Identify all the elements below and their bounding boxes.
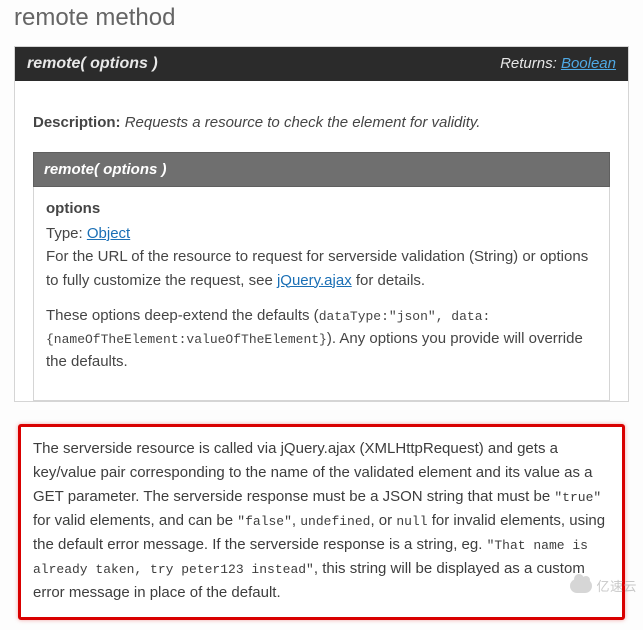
option-name: options <box>46 197 597 220</box>
api-panel-body: Description: Requests a resource to chec… <box>15 81 628 401</box>
option-type-label: Type: <box>46 225 83 242</box>
options-panel-body: options Type: Object For the URL of the … <box>33 187 610 401</box>
option-paragraph-2: These options deep-extend the defaults (… <box>46 304 597 374</box>
page-title: remote method <box>14 4 629 32</box>
options-panel: remote( options ) options Type: Object F… <box>33 152 610 401</box>
options-panel-header: remote( options ) <box>33 152 610 187</box>
method-signature: remote( options ) <box>27 55 158 73</box>
api-panel-header: remote( options ) Returns: Boolean <box>15 47 628 81</box>
code-undefined: undefined <box>300 514 370 529</box>
code-null: null <box>396 514 427 529</box>
option-paragraph-1: For the URL of the resource to request f… <box>46 245 597 292</box>
cloud-icon <box>570 579 592 593</box>
description-text: Requests a resource to check the element… <box>125 114 481 131</box>
jquery-ajax-link[interactable]: jQuery.ajax <box>277 272 352 289</box>
watermark: 亿速云 <box>570 576 637 595</box>
returns-block: Returns: Boolean <box>500 55 616 72</box>
code-false: "false" <box>237 514 292 529</box>
option-type-line: Type: Object <box>46 222 597 245</box>
watermark-text: 亿速云 <box>596 576 637 595</box>
option-type-link[interactable]: Object <box>87 225 130 242</box>
description-line: Description: Requests a resource to chec… <box>33 112 610 134</box>
description-label: Description: <box>33 114 121 131</box>
api-panel: remote( options ) Returns: Boolean Descr… <box>14 46 629 402</box>
highlight-box: The serverside resource is called via jQ… <box>18 424 625 620</box>
returns-label: Returns: <box>500 55 557 72</box>
returns-type-link[interactable]: Boolean <box>561 55 616 72</box>
code-true: "true" <box>554 490 601 505</box>
